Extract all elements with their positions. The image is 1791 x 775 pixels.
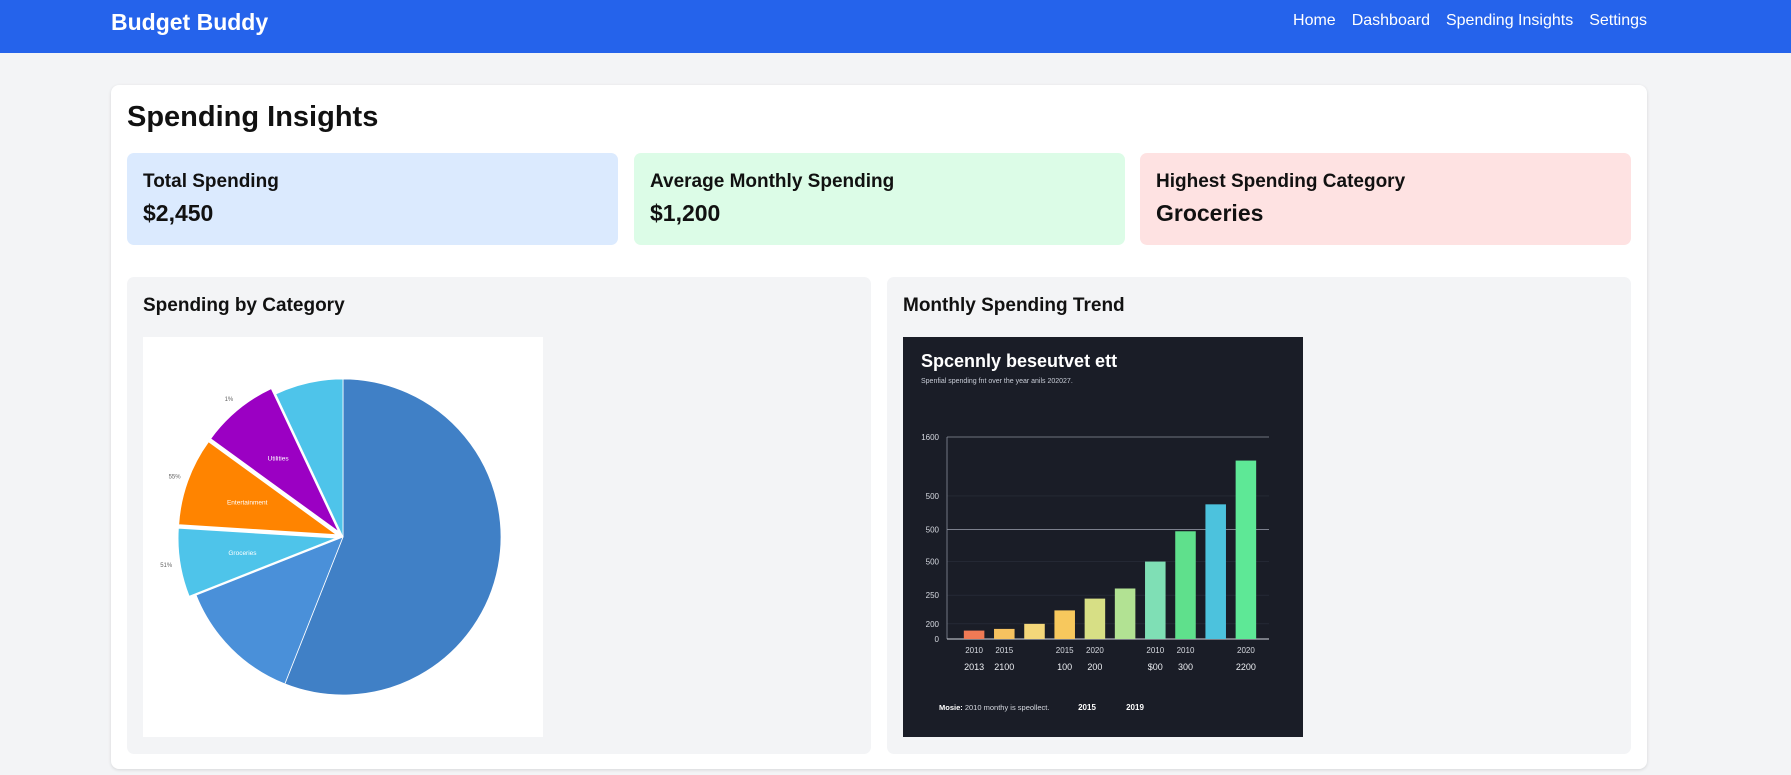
main-card: Spending Insights Total Spending $2,450 … bbox=[111, 85, 1647, 769]
stat-label: Total Spending bbox=[143, 171, 279, 192]
x-tick-sublabel: 2100 bbox=[994, 662, 1014, 672]
x-tick-label: 2010 bbox=[1146, 646, 1164, 655]
bar bbox=[1145, 561, 1166, 639]
chart-subtitle: Spenfial spending fnt over the year anil… bbox=[921, 378, 1073, 385]
stat-value: $1,200 bbox=[650, 200, 721, 226]
bar bbox=[1054, 610, 1075, 639]
pie-percent-label: 55% bbox=[169, 474, 182, 480]
chart-footer-mark: 2015 bbox=[1078, 703, 1096, 712]
trend-bar-image: Spcennly beseutvet ett Spenfial spending … bbox=[903, 337, 1303, 737]
nav-link-spending-insights[interactable]: Spending Insights bbox=[1446, 11, 1573, 31]
y-tick-label: 500 bbox=[926, 492, 940, 501]
panel-title: Spending by Category bbox=[143, 295, 345, 316]
bar bbox=[1205, 504, 1226, 639]
x-tick-sublabel: 2200 bbox=[1236, 662, 1256, 672]
pie-percent-label: 51% bbox=[160, 563, 173, 569]
pie-slice-label: Entertainment bbox=[227, 500, 268, 507]
y-tick-label: 0 bbox=[935, 635, 940, 644]
x-tick-sublabel: 200 bbox=[1087, 662, 1102, 672]
x-tick-sublabel: $00 bbox=[1148, 662, 1163, 672]
chart-title: Spcennly beseutvet ett bbox=[921, 351, 1117, 371]
brand-logo[interactable]: Budget Buddy bbox=[111, 9, 268, 36]
x-tick-label: 2010 bbox=[965, 646, 983, 655]
stat-card-highest-category: Highest Spending Category Groceries bbox=[1140, 153, 1631, 245]
chart-footer-note: Mosie: 2010 monthy is speollect. bbox=[939, 703, 1049, 712]
y-tick-label: 500 bbox=[926, 526, 940, 535]
x-tick-sublabel: 300 bbox=[1178, 662, 1193, 672]
x-tick-sublabel: 2013 bbox=[964, 662, 984, 672]
category-pie-image: Groceries 51% Entertainment 55% Utilities 1% bbox=[143, 337, 543, 737]
x-tick-label: 2010 bbox=[1177, 646, 1195, 655]
bar-chart: Spcennly beseutvet ett Spenfial spending … bbox=[921, 351, 1269, 712]
main-nav: Home Dashboard Spending Insights Setting… bbox=[1293, 11, 1647, 31]
y-tick-label: 500 bbox=[926, 558, 940, 567]
panel-spending-by-category: Spending by Category Groceries 51% Enterta… bbox=[127, 277, 871, 754]
x-tick-label: 2015 bbox=[1056, 646, 1074, 655]
nav-link-settings[interactable]: Settings bbox=[1589, 11, 1647, 31]
chart-footer-mark: 2019 bbox=[1126, 703, 1144, 712]
x-tick-label: 2020 bbox=[1086, 646, 1104, 655]
stat-value: $2,450 bbox=[143, 200, 214, 226]
bar bbox=[1024, 623, 1045, 639]
bar bbox=[1235, 460, 1257, 639]
stat-label: Highest Spending Category bbox=[1156, 171, 1406, 192]
nav-link-dashboard[interactable]: Dashboard bbox=[1352, 11, 1430, 31]
x-tick-sublabel: 100 bbox=[1057, 662, 1072, 672]
pie-slice-label: Utilities bbox=[268, 456, 290, 463]
x-tick-label: 2020 bbox=[1237, 646, 1255, 655]
top-navbar: Budget Buddy Home Dashboard Spending Ins… bbox=[0, 0, 1791, 53]
y-tick-label: 200 bbox=[926, 620, 940, 629]
stat-card-total-spending: Total Spending $2,450 bbox=[127, 153, 618, 245]
pie-chart: Groceries 51% Entertainment 55% Utilities 1% bbox=[160, 378, 502, 696]
bar bbox=[1175, 531, 1196, 639]
nav-link-home[interactable]: Home bbox=[1293, 11, 1336, 31]
pie-slice-label: Groceries bbox=[228, 550, 257, 557]
y-tick-label: 250 bbox=[926, 591, 940, 600]
y-tick-label: 1600 bbox=[921, 433, 939, 442]
bar bbox=[963, 630, 985, 639]
panel-monthly-trend: Monthly Spending Trend Spcennly beseutve… bbox=[887, 277, 1631, 754]
stat-label: Average Monthly Spending bbox=[650, 171, 895, 192]
bar bbox=[1114, 588, 1136, 639]
page-title: Spending Insights bbox=[127, 101, 379, 133]
stat-value: Groceries bbox=[1156, 200, 1264, 226]
panel-title: Monthly Spending Trend bbox=[903, 295, 1125, 316]
pie-percent-label: 1% bbox=[225, 397, 234, 403]
bar bbox=[994, 628, 1015, 639]
x-tick-label: 2015 bbox=[995, 646, 1013, 655]
stat-card-average-monthly: Average Monthly Spending $1,200 bbox=[634, 153, 1125, 245]
bar bbox=[1084, 598, 1106, 639]
